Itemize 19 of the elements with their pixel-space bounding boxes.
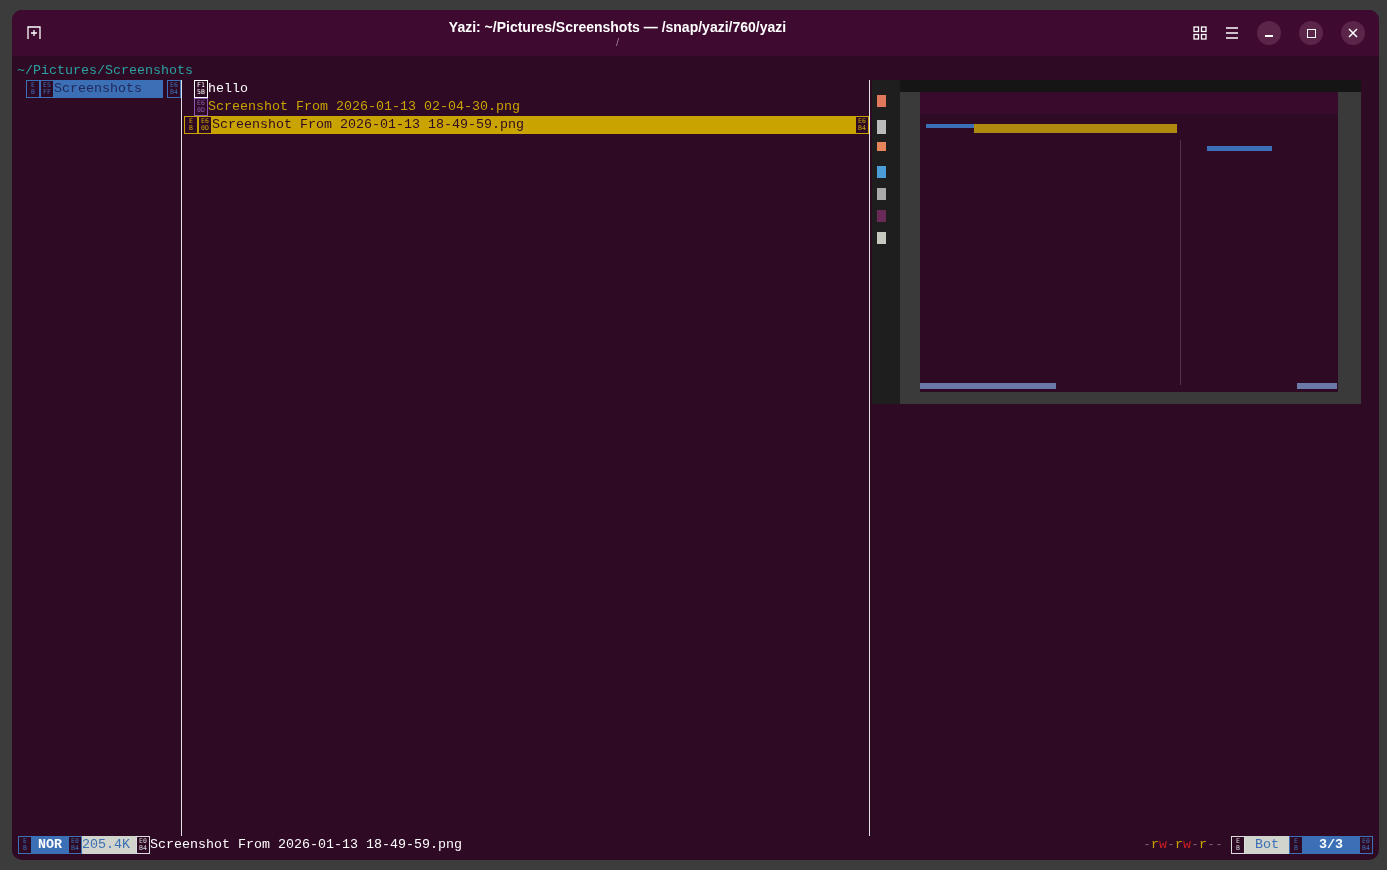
file-size: 205.4K (82, 836, 136, 854)
current-path: ~/Pictures/Screenshots (17, 63, 193, 78)
menu-icon[interactable] (1225, 27, 1239, 39)
maximize-button[interactable] (1299, 21, 1323, 45)
close-icon (1348, 28, 1358, 38)
item-count: 3/3 (1303, 836, 1359, 854)
file-item[interactable]: Screenshot From 2026-01-13 02-04-30.png (208, 98, 520, 116)
file-item[interactable]: hello (208, 80, 248, 98)
scroll-position: Bot (1245, 836, 1289, 854)
window-subtitle: / (615, 36, 620, 48)
new-tab-icon[interactable] (26, 26, 42, 40)
minimize-button[interactable] (1257, 21, 1281, 45)
file-name: Screenshot From 2026-01-13 18-49-59.png (150, 836, 462, 854)
window-title: Yazi: ~/Pictures/Screenshots — /snap/yazi/760/yazi (448, 18, 787, 36)
file-permissions: -rw-rw-r-- (1143, 836, 1223, 854)
mode-indicator: NOR (32, 836, 68, 854)
grid-view-icon[interactable] (1193, 26, 1207, 40)
file-item[interactable]: Screenshot From 2026-01-13 18-49-59.png (212, 116, 855, 134)
close-button[interactable] (1341, 21, 1365, 45)
